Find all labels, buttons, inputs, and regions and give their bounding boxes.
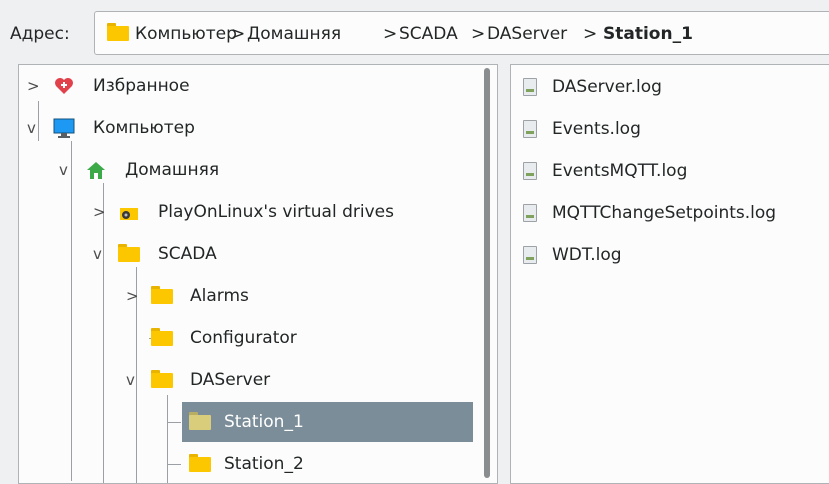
file-item[interactable]: MQTTChangeSetpoints.log — [511, 195, 829, 231]
file-name: DAServer.log — [552, 77, 662, 97]
monitor-icon — [53, 118, 75, 138]
folder-icon — [118, 244, 140, 264]
drive-folder-icon — [120, 208, 138, 220]
chevron-down-icon[interactable]: v — [27, 117, 36, 139]
chevron-right-icon[interactable]: > — [27, 75, 40, 97]
home-icon — [87, 162, 105, 179]
log-file-icon — [523, 246, 537, 264]
file-name: EventsMQTT.log — [552, 161, 688, 181]
file-item[interactable]: WDT.log — [511, 237, 829, 273]
tree-item-scada[interactable]: v SCADA — [19, 236, 497, 272]
chevron-right-icon: > — [231, 24, 246, 44]
tree-item-favorites[interactable]: > Избранное — [19, 68, 497, 104]
tree-item-label: DAServer — [190, 370, 271, 390]
log-file-icon — [523, 162, 537, 180]
crumb-scada[interactable]: SCADA — [399, 23, 458, 45]
file-name: WDT.log — [552, 245, 622, 265]
chevron-right-icon: > — [383, 24, 398, 44]
tree-item-label: Избранное — [93, 76, 190, 96]
folder-icon — [151, 328, 173, 348]
log-file-icon — [523, 204, 537, 222]
file-item[interactable]: EventsMQTT.log — [511, 153, 829, 189]
tree-item-label: Station_1 — [224, 412, 304, 432]
tree-item-label: Alarms — [190, 286, 249, 306]
file-item[interactable]: Events.log — [511, 111, 829, 147]
crumb-computer[interactable]: Компьютер — [135, 23, 237, 45]
tree-item-playonlinux[interactable]: > PlayOnLinux's virtual drives — [19, 194, 497, 230]
tree-item-computer[interactable]: v Компьютер — [19, 110, 497, 146]
chevron-right-icon[interactable]: > — [126, 285, 139, 307]
tree-item-alarms[interactable]: > Alarms — [19, 278, 497, 314]
heart-icon — [55, 78, 73, 94]
chevron-down-icon[interactable]: v — [126, 369, 135, 391]
tree-item-configurator[interactable]: Configurator — [19, 320, 497, 356]
tree-item-label: SCADA — [158, 244, 217, 264]
file-name: MQTTChangeSetpoints.log — [552, 203, 777, 223]
tree-item-home[interactable]: v Домашняя — [19, 152, 497, 188]
address-breadcrumb[interactable]: Компьютер > Домашняя > SCADA > DAServer … — [94, 11, 829, 55]
tree-item-label: PlayOnLinux's virtual drives — [158, 202, 394, 222]
file-list[interactable]: DAServer.log Events.log EventsMQTT.log M… — [510, 64, 829, 484]
chevron-down-icon[interactable]: v — [93, 243, 102, 265]
crumb-home[interactable]: Домашняя — [247, 23, 341, 45]
tree-item-daserver[interactable]: v DAServer — [19, 362, 497, 398]
folder-icon — [107, 23, 129, 41]
tree-item-label: Компьютер — [93, 118, 195, 138]
folder-tree[interactable]: > Избранное v Компьютер v Домашняя > Pla… — [18, 64, 498, 484]
file-item[interactable]: DAServer.log — [511, 69, 829, 105]
folder-icon — [151, 286, 173, 306]
tree-item-station2[interactable]: Station_2 — [19, 446, 497, 482]
chevron-right-icon[interactable]: > — [93, 201, 106, 223]
crumb-station1[interactable]: Station_1 — [603, 23, 693, 45]
chevron-right-icon: > — [471, 24, 486, 44]
crumb-daserver[interactable]: DAServer — [487, 23, 567, 45]
chevron-down-icon[interactable]: v — [59, 159, 68, 181]
log-file-icon — [523, 120, 537, 138]
tree-item-label: Configurator — [190, 328, 297, 348]
file-name: Events.log — [552, 119, 641, 139]
tree-item-station1[interactable]: Station_1 — [19, 402, 497, 442]
address-bar: Адрес: Компьютер > Домашняя > SCADA > DA… — [0, 0, 829, 64]
folder-icon — [151, 370, 173, 390]
address-label: Адрес: — [10, 24, 70, 44]
folder-icon — [189, 412, 211, 432]
log-file-icon — [523, 78, 537, 96]
tree-item-label: Домашняя — [125, 160, 220, 180]
chevron-right-icon: > — [583, 24, 598, 44]
tree-scrollbar[interactable] — [484, 68, 490, 478]
tree-item-label: Station_2 — [224, 454, 304, 474]
folder-icon — [189, 454, 211, 474]
